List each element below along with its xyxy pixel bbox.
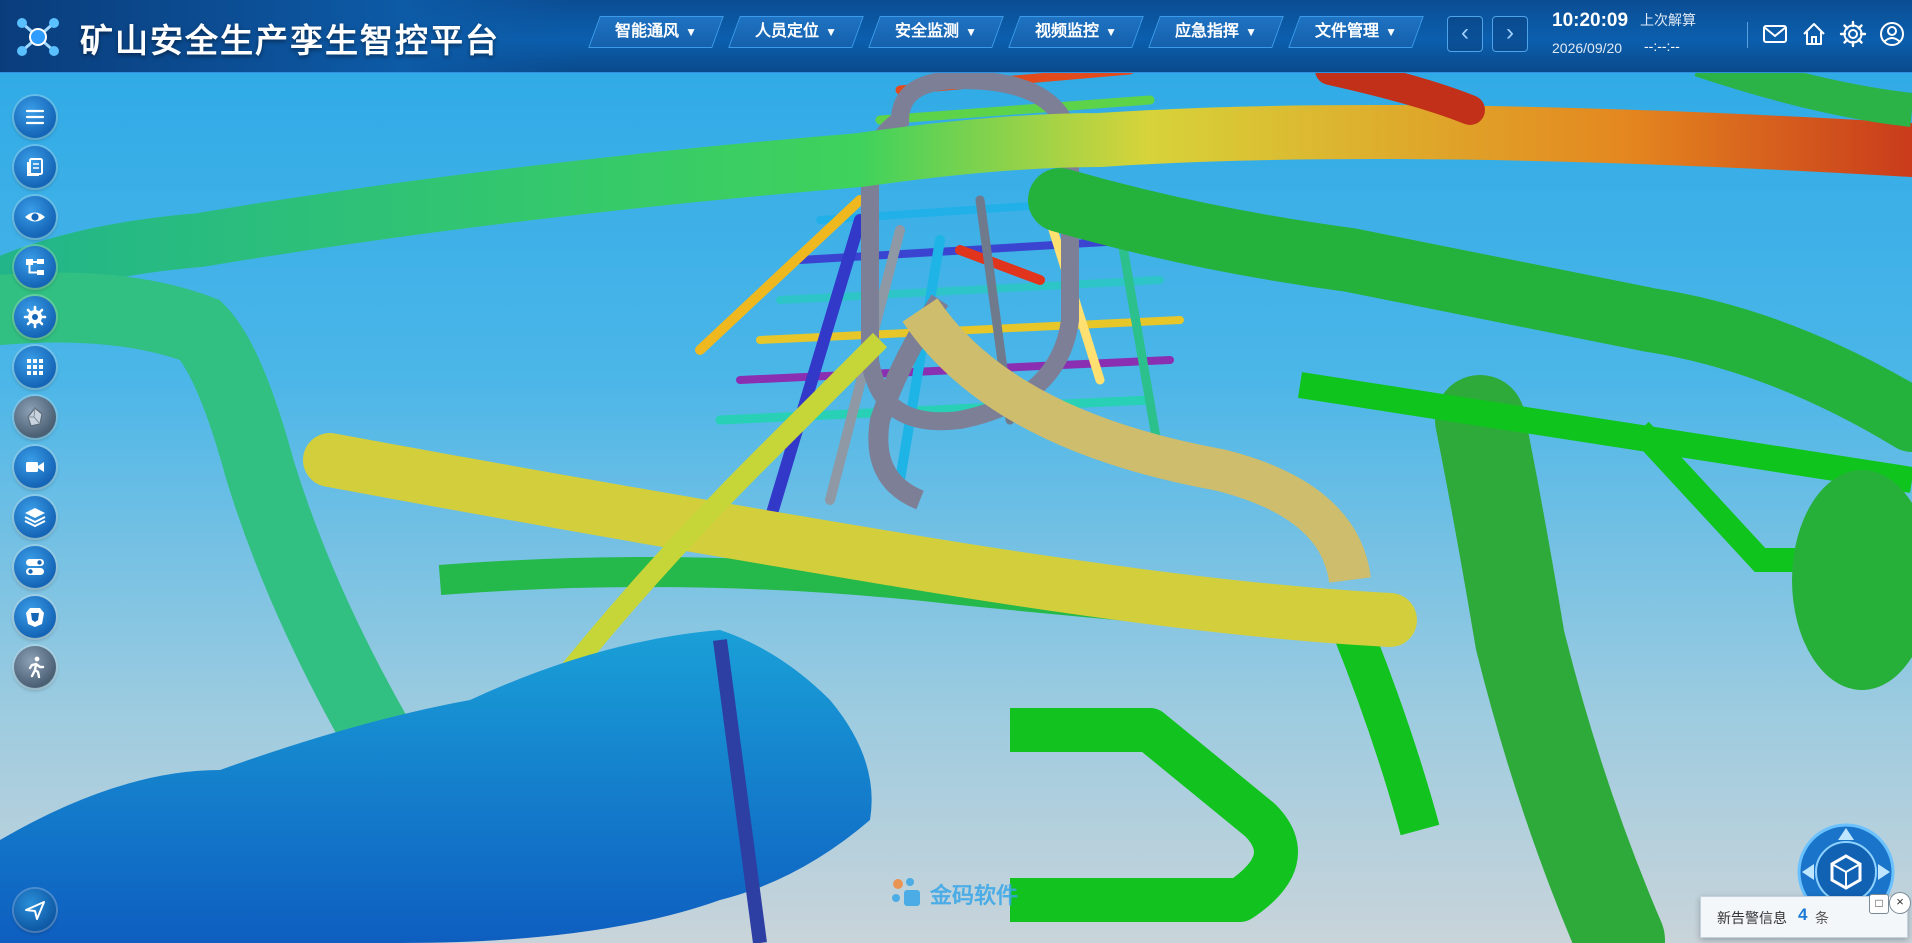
nav-video-surveillance[interactable]: 视频监控 ▼ xyxy=(1008,12,1144,52)
nav-label: 文件管理 xyxy=(1315,23,1380,40)
nav-label: 视频监控 xyxy=(1035,23,1100,40)
nav-next-button[interactable]: › xyxy=(1492,16,1528,52)
settings-icon xyxy=(23,305,47,329)
molecule-logo-icon xyxy=(17,18,59,56)
nav-label: 人员定位 xyxy=(755,23,820,40)
tunnel-right-shaft xyxy=(1792,470,1912,690)
current-time: 10:20:09 xyxy=(1552,10,1629,31)
title-area: 矿山安全生产孪生智控平台 xyxy=(0,0,575,72)
new-alert-panel[interactable]: 新告警信息 4 条 □ × xyxy=(1700,892,1911,938)
last-calc-value: --:--:-- xyxy=(1644,38,1680,54)
layers-icon xyxy=(24,508,46,528)
nav-label: 智能通风 xyxy=(615,23,680,40)
toggle-icon xyxy=(26,559,44,575)
gear-icon[interactable] xyxy=(1839,20,1867,48)
escape-route-button[interactable] xyxy=(14,646,56,688)
caret-down-icon: ▼ xyxy=(1245,25,1257,39)
navigate-arrow-icon xyxy=(25,901,45,920)
current-date: 2026/09/20 xyxy=(1552,40,1623,56)
last-calc-label: 上次解算 xyxy=(1640,12,1696,28)
nav-smart-ventilation[interactable]: 智能通风 ▼ xyxy=(588,12,724,52)
mail-icon[interactable] xyxy=(1761,20,1789,48)
tunnel-left-loop xyxy=(0,272,455,815)
caret-down-icon: ▼ xyxy=(825,25,837,39)
grid-icon xyxy=(27,359,43,375)
top-bar: 矿山安全生产孪生智控平台 智能通风 ▼ 人员定位 ▼ 安全监测 ▼ 视频监控 ▼ 应急指… xyxy=(0,0,1912,73)
navigate-button[interactable] xyxy=(14,889,56,931)
caret-down-icon: ▼ xyxy=(1385,25,1397,39)
menu-button[interactable] xyxy=(14,96,56,138)
divider xyxy=(1747,22,1748,48)
tree-structure-icon xyxy=(26,259,44,275)
alert-count[interactable]: 4 xyxy=(1798,905,1807,925)
menu-icon xyxy=(25,109,45,125)
watermark-text: 金码软件 xyxy=(930,883,1019,908)
nav-safety-monitoring[interactable]: 安全监测 ▼ xyxy=(868,12,1004,52)
nav-emergency-command[interactable]: 应急指挥 ▼ xyxy=(1148,12,1284,52)
tunnel-red-stub xyxy=(1315,55,1485,125)
caret-down-icon: ▼ xyxy=(965,25,977,39)
ore-body-button[interactable] xyxy=(14,396,56,438)
layers-button[interactable] xyxy=(14,496,56,538)
mine-3d-viewport[interactable] xyxy=(0,0,1912,943)
tunnel-khaki-curve xyxy=(902,298,1371,584)
settings-button[interactable] xyxy=(14,296,56,338)
eye-icon xyxy=(25,212,45,222)
tunnel-bottom-fork xyxy=(1010,708,1298,922)
visibility-button[interactable] xyxy=(14,196,56,238)
nav-label: 应急指挥 xyxy=(1175,23,1240,40)
user-icon[interactable] xyxy=(1878,20,1906,48)
app-title: 矿山安全生产孪生智控平台 xyxy=(80,22,500,59)
nav-label: 安全监测 xyxy=(895,23,960,40)
nav-file-management[interactable]: 文件管理 ▼ xyxy=(1288,12,1424,52)
structure-tree-button[interactable] xyxy=(14,246,56,288)
tunnel-right-vertical xyxy=(1435,375,1665,943)
protection-button[interactable] xyxy=(14,596,56,638)
watermark: 金码软件 xyxy=(888,872,1038,912)
restore-icon[interactable]: □ xyxy=(1869,894,1889,914)
home-icon[interactable] xyxy=(1800,20,1828,48)
caret-down-icon: ▼ xyxy=(685,25,697,39)
caret-down-icon: ▼ xyxy=(1105,25,1117,39)
watermark-logo-icon xyxy=(892,878,920,906)
toggle-button[interactable] xyxy=(14,546,56,588)
nav-personnel-location[interactable]: 人员定位 ▼ xyxy=(728,12,864,52)
documents-icon xyxy=(27,158,43,176)
ore-icon xyxy=(27,407,43,427)
escape-runner-icon xyxy=(28,656,45,679)
alert-label: 新告警信息 xyxy=(1717,910,1787,926)
close-icon[interactable]: × xyxy=(1889,892,1911,914)
shield-icon xyxy=(26,608,44,627)
video-camera-icon xyxy=(26,462,44,472)
nav-prev-button[interactable]: ‹ xyxy=(1447,16,1483,52)
alert-unit: 条 xyxy=(1815,910,1829,926)
documents-button[interactable] xyxy=(14,146,56,188)
apps-grid-button[interactable] xyxy=(14,346,56,388)
video-button[interactable] xyxy=(14,446,56,488)
